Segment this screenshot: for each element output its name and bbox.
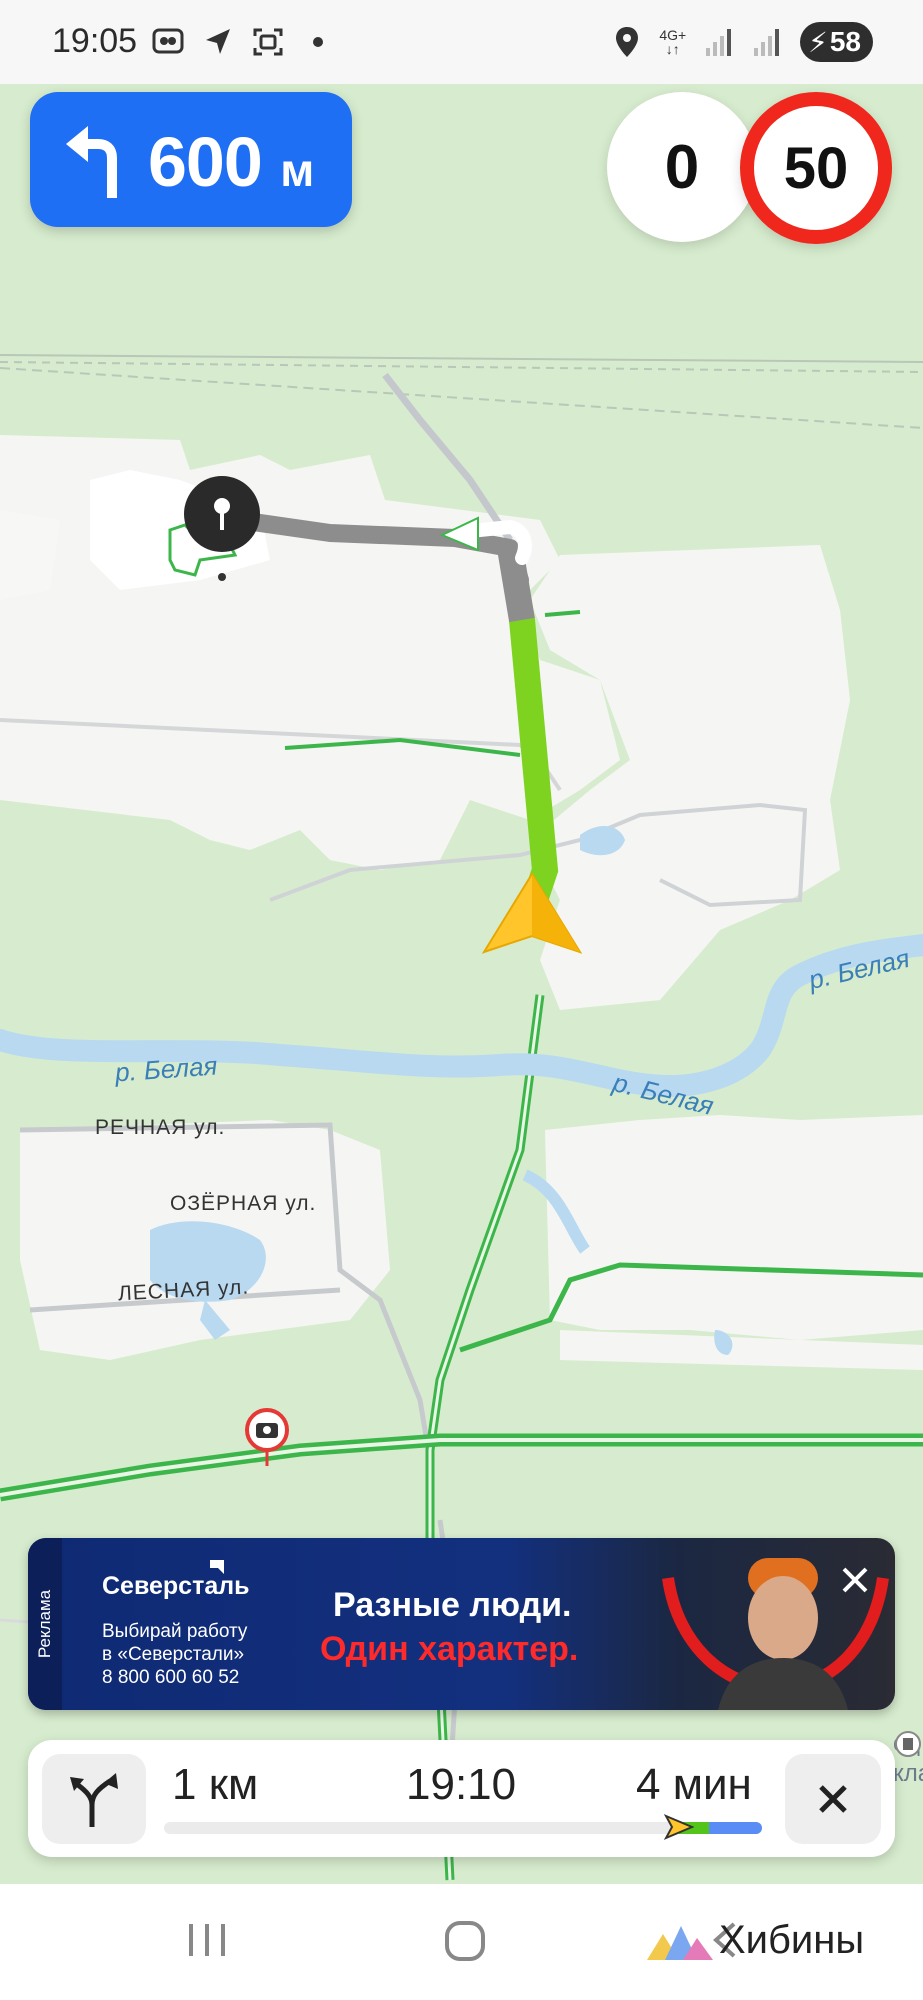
speed-limit-sign: 50 [740,92,892,244]
destination-pin-icon[interactable] [182,476,262,556]
turn-left-icon [66,126,117,198]
close-icon [819,1785,847,1813]
arrival-time: 19:10 [406,1760,517,1809]
ad-tag: Реклама [28,1538,62,1710]
network-icon: 4G+ ↓↑ [659,27,687,57]
route-fork-icon [70,1773,118,1827]
brand-logo-icon [210,1560,224,1574]
location-pin-icon [616,27,639,57]
ad-text: Выбирай работу в «Северстали» 8 800 600 … [102,1621,248,1688]
close-icon [842,1567,868,1593]
street-label: ОЗЁРНАЯ ул. [170,1192,317,1215]
status-icons-right: 4G+ ↓↑ ⚡ 58 [613,22,873,62]
remaining-time: 4 мин [636,1760,752,1809]
watermark: Хибины [645,1918,864,1963]
street-label: РЕЧНАЯ ул. [95,1116,226,1139]
speed-camera-icon[interactable] [243,1408,291,1468]
status-bar: 19:05 4G+ ↓↑ ⚡ 58 [0,0,923,84]
status-time: 19:05 [52,22,138,60]
battery-charging-icon: ⚡ 58 [800,22,873,62]
ad-headline-accent: Один характер. [320,1630,579,1668]
next-maneuver-panel[interactable]: 600 м [30,92,352,227]
end-route-button[interactable] [785,1754,881,1844]
remaining-distance: 1 км [172,1760,259,1809]
route-progress-bar [164,1814,762,1840]
current-location-arrow-icon [481,872,583,954]
recent-apps-icon[interactable] [185,1920,229,1960]
poi-cemetery-label[interactable]: од кладб [893,1729,923,1789]
chat-icon [152,28,184,54]
ad-close-button[interactable] [835,1560,875,1600]
dot-icon [313,37,323,47]
ad-banner[interactable]: Реклама Северсталь Выбирай работу в «Сев… [28,1538,895,1710]
traffic-segment-free [709,1822,762,1834]
ad-headline: Разные люди. [333,1586,572,1624]
status-icons-left [150,24,336,60]
progress-position-icon [664,1814,694,1840]
maneuver-distance: 600 м [148,123,314,201]
signal-icon [706,29,732,56]
watermark-logo-icon [647,1925,713,1960]
screenshot-icon [253,28,283,56]
alternative-routes-button[interactable] [42,1754,146,1844]
navigation-arrow-icon [206,29,230,54]
route-summary-panel: 1 км 19:10 4 мин [28,1740,895,1857]
poi-icon [895,1731,921,1757]
current-speed: 0 [607,92,757,242]
signal-icon [754,29,780,56]
home-icon[interactable] [444,1920,486,1962]
